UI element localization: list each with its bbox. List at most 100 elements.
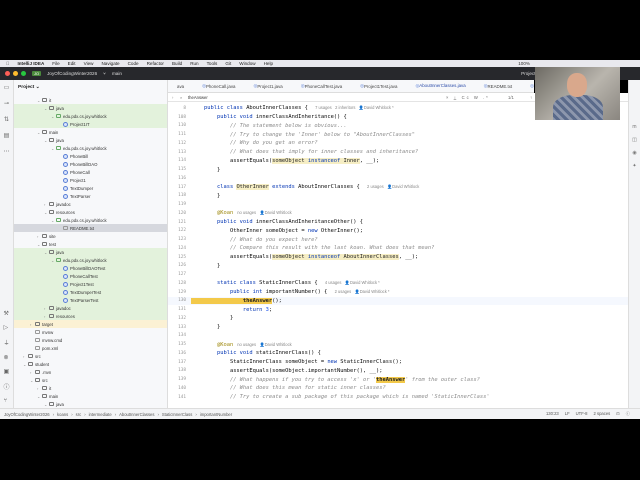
- tree-item[interactable]: mvnw: [14, 328, 167, 336]
- tree-item[interactable]: PhoneBill: [14, 152, 167, 160]
- menu-run[interactable]: Run: [190, 61, 198, 66]
- code-line[interactable]: 132 }: [168, 314, 628, 323]
- run-icon[interactable]: ▷: [3, 324, 9, 331]
- problems-icon[interactable]: ⓘ: [3, 382, 9, 391]
- code-line[interactable]: 121 public void innerClassAndInheritance…: [168, 218, 628, 227]
- tree-item[interactable]: README.txt: [14, 224, 167, 232]
- tab-pro[interactable]: ◎ Pro: [521, 80, 534, 92]
- tree-item[interactable]: PhoneBillDAO: [14, 160, 167, 168]
- tree-item[interactable]: PhoneCallTest: [14, 272, 167, 280]
- menu-edit[interactable]: Edit: [68, 61, 76, 66]
- tree-item[interactable]: ⌄ java: [14, 248, 167, 256]
- menu-navigate[interactable]: Navigate: [101, 61, 119, 66]
- tree-item[interactable]: ⌄ edu.pdx.cs.joy.whitlock: [14, 144, 167, 152]
- code-line[interactable]: 131 return 3;: [168, 305, 628, 314]
- tab-readme-txt[interactable]: ◎ README.txt: [475, 80, 521, 92]
- menu-refactor[interactable]: Refactor: [147, 61, 164, 66]
- tree-item[interactable]: ⌄ main: [14, 128, 167, 136]
- menu-tools[interactable]: Tools: [207, 61, 218, 66]
- git-icon[interactable]: ⑂: [3, 398, 9, 404]
- tree-item[interactable]: pom.xml: [14, 344, 167, 352]
- tree-item[interactable]: ⌄ edu.pdx.cs.joy.whitlock: [14, 256, 167, 264]
- code-line[interactable]: 110 // The statement below is obvious...: [168, 122, 628, 131]
- project-tool-icon[interactable]: ▭: [4, 84, 10, 91]
- breadcrumb-item[interactable]: JoyOfCodingWinter2026: [4, 412, 50, 417]
- code-line[interactable]: 112 // Why do you get an error?: [168, 139, 628, 148]
- code-line[interactable]: 122 OtherInner someObject = new OtherInn…: [168, 227, 628, 236]
- code-line[interactable]: 139 // What happens if you try to access…: [168, 375, 628, 384]
- code-line[interactable]: 111 // Try to change the 'Inner' below t…: [168, 130, 628, 139]
- tree-item[interactable]: ⌄ it: [14, 96, 167, 104]
- tree-item[interactable]: ⌄ java: [14, 400, 167, 408]
- tree-item[interactable]: › .mvn: [14, 368, 167, 376]
- code-editor[interactable]: 8 public class AboutInnerClasses { 7 usa…: [168, 102, 628, 408]
- tree-item[interactable]: ⌄ main: [14, 392, 167, 400]
- code-line[interactable]: 117 class OtherInner extends AboutInnerC…: [168, 183, 628, 192]
- tree-item[interactable]: ⌄ edu.pdx.cs.joy.whitlock: [14, 216, 167, 224]
- code-line[interactable]: 127: [168, 270, 628, 279]
- breadcrumb-item[interactable]: AboutInnerClasses: [119, 412, 154, 417]
- breadcrumb-item[interactable]: koans: [57, 412, 68, 417]
- minimize-window-button[interactable]: [13, 71, 18, 76]
- tab-phonecalltest-java[interactable]: ◎ PhoneCallTest.java: [292, 80, 351, 92]
- breadcrumb-item[interactable]: StaticInnerClass: [162, 412, 193, 417]
- search-options[interactable]: × ⟂ Cc W .*: [446, 95, 490, 100]
- tab-ava[interactable]: ava: [168, 80, 193, 92]
- menu-build[interactable]: Build: [172, 61, 182, 66]
- tree-item[interactable]: TextDumperTest: [14, 288, 167, 296]
- project-switcher[interactable]: JoyOfCodingWinter2026: [47, 71, 97, 76]
- inlay-hint[interactable]: 2 usages 👤David Whitlock *: [335, 289, 390, 294]
- tree-item[interactable]: PhoneCall: [14, 168, 167, 176]
- code-line[interactable]: 134: [168, 332, 628, 341]
- code-line[interactable]: 123 // What do you expect here?: [168, 235, 628, 244]
- code-line[interactable]: 114 assertEquals(someObject instanceof I…: [168, 157, 628, 166]
- maven-icon[interactable]: m: [632, 124, 636, 130]
- structure-icon[interactable]: ▤: [4, 132, 10, 139]
- tree-item[interactable]: › src: [14, 352, 167, 360]
- tree-item[interactable]: Project1: [14, 176, 167, 184]
- database-icon[interactable]: ◫: [632, 137, 637, 143]
- tree-item[interactable]: mvnw.cmd: [14, 336, 167, 344]
- commit-icon[interactable]: ⊸: [4, 100, 9, 107]
- tab-phonecall-java[interactable]: ◎ PhoneCall.java: [193, 80, 244, 92]
- notifications-icon[interactable]: ◉: [632, 150, 636, 156]
- breadcrumb-item[interactable]: src: [76, 412, 82, 417]
- code-line[interactable]: 125 assertEquals(someObject instanceof A…: [168, 253, 628, 262]
- tree-item[interactable]: TextParserTest: [14, 296, 167, 304]
- tree-item[interactable]: TextParser: [14, 192, 167, 200]
- tree-item[interactable]: PhoneBillDAOTest: [14, 264, 167, 272]
- code-line[interactable]: 140 // What does this mean for static in…: [168, 384, 628, 393]
- inspections-icon[interactable]: ⓘ: [626, 411, 630, 417]
- apple-icon[interactable]: : [6, 61, 9, 66]
- code-line[interactable]: 141 // Try to create a sub package of th…: [168, 393, 628, 402]
- code-line[interactable]: 137 StaticInnerClass someObject = new St…: [168, 358, 628, 367]
- breadcrumb-item[interactable]: intermediate: [89, 412, 112, 417]
- tree-item[interactable]: › target: [14, 320, 167, 328]
- ai-assistant-icon[interactable]: ✦: [632, 163, 636, 169]
- tree-item[interactable]: TextDumper: [14, 184, 167, 192]
- close-window-button[interactable]: [5, 71, 10, 76]
- inlay-hint[interactable]: no usages 👤David Whitlock: [237, 210, 291, 215]
- code-line[interactable]: 126 }: [168, 262, 628, 271]
- tab-aboutinnerclasses-java[interactable]: ◎ AboutInnerClasses.java: [406, 80, 475, 92]
- code-line[interactable]: 133 }: [168, 323, 628, 332]
- inlay-hint[interactable]: 4 usages 👤David Whitlock *: [325, 280, 380, 285]
- branch-switcher[interactable]: main: [112, 71, 122, 76]
- menu-window[interactable]: Window: [239, 61, 255, 66]
- line-separator[interactable]: LF: [565, 411, 570, 417]
- tree-item[interactable]: ⌄ src: [14, 376, 167, 384]
- indent-setting[interactable]: 2 spaces: [594, 411, 611, 417]
- code-line[interactable]: 115 }: [168, 165, 628, 174]
- project-panel-header[interactable]: Project ⌄: [14, 80, 167, 94]
- code-line[interactable]: 128 static class StaticInnerClass { 4 us…: [168, 279, 628, 288]
- menu-help[interactable]: Help: [264, 61, 273, 66]
- code-line[interactable]: 118 }: [168, 192, 628, 201]
- breadcrumb-item[interactable]: importantNumber: [200, 412, 232, 417]
- code-line[interactable]: 116: [168, 174, 628, 183]
- caret-position[interactable]: 130:23: [546, 411, 559, 417]
- expand-replace-icon[interactable]: ›: [172, 95, 173, 100]
- menu-view[interactable]: View: [84, 61, 94, 66]
- tree-item[interactable]: ⌄ student: [14, 360, 167, 368]
- tree-item[interactable]: › resources: [14, 312, 167, 320]
- code-line[interactable]: 136 public void staticInnerClass() {: [168, 349, 628, 358]
